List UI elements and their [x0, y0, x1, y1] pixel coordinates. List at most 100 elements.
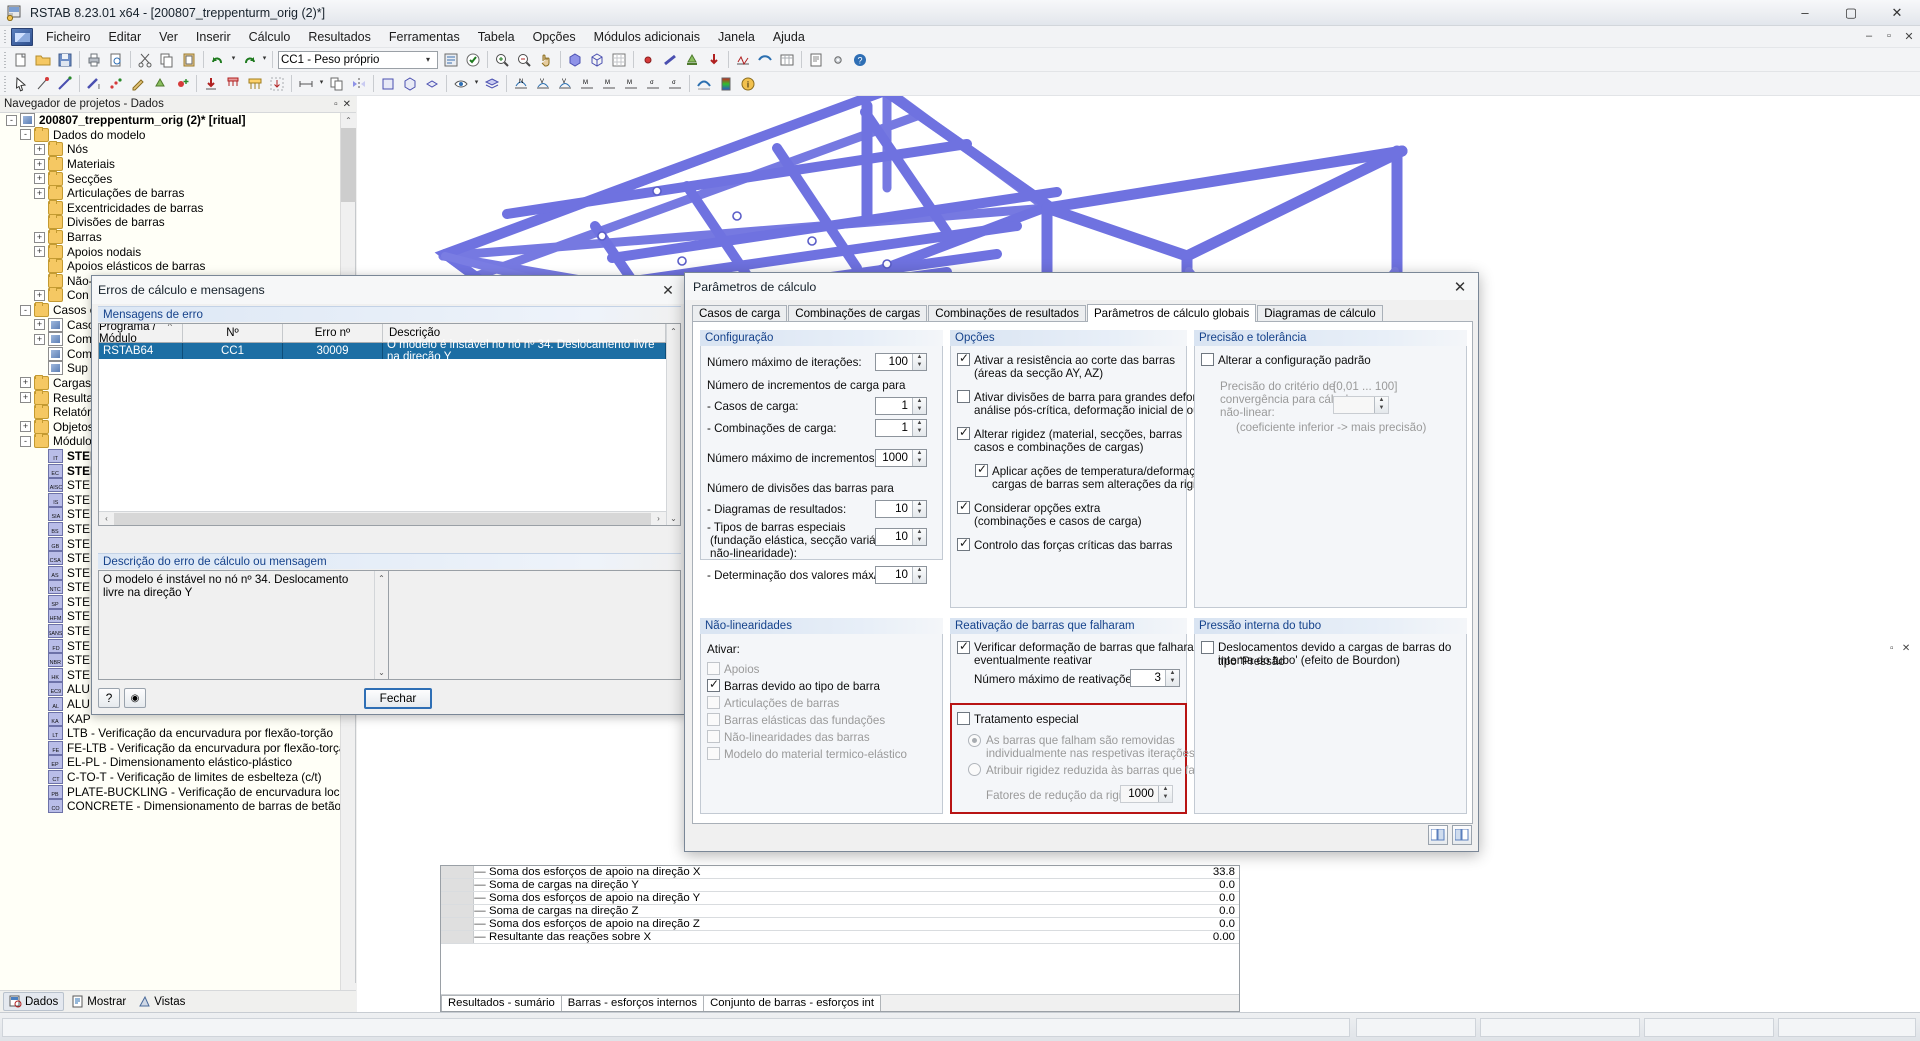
toolbar-grip-2[interactable] — [3, 75, 8, 92]
menu-opcoes[interactable]: Opções — [524, 28, 585, 46]
results-table-row[interactable]: — Soma dos esforços de apoio na direção Y… — [441, 892, 1239, 905]
calculate-all-icon[interactable] — [463, 50, 483, 70]
spinner-buttons[interactable]: ▲ ▼ — [1158, 786, 1172, 802]
info-icon[interactable]: i — [738, 74, 758, 94]
minmax-spinner[interactable]: 10 ▲ ▼ — [875, 566, 927, 584]
mdi-restore-button[interactable]: ▫ — [1882, 30, 1896, 44]
mdi-minimize-button[interactable]: – — [1862, 30, 1876, 44]
tree-expand-icon[interactable]: + — [34, 333, 45, 345]
right-dock-collapse-icon[interactable]: ▫ — [1890, 643, 1894, 654]
calculation-errors-dialog[interactable]: Erros de cálculo e mensagens ✕ Mensagens… — [91, 275, 686, 715]
alterar-config-padrao-checkbox[interactable] — [1201, 353, 1214, 366]
settings-gear-icon[interactable] — [828, 50, 848, 70]
axis-sx-icon[interactable]: σ — [643, 74, 663, 94]
calc-dialog-close-icon[interactable]: ✕ — [1442, 274, 1478, 300]
menu-ficheiro[interactable]: Ficheiro — [37, 28, 99, 46]
tree-expand-icon[interactable]: + — [20, 392, 31, 404]
save-icon[interactable] — [55, 50, 75, 70]
nonlinear-checkbox-2[interactable] — [707, 696, 720, 709]
tree-item[interactable]: FE FE-LTB - Verificação da encurvadura po… — [0, 740, 341, 756]
tree-expand-icon[interactable]: + — [20, 421, 31, 433]
error-table-vscrollbar[interactable]: ⌃ ⌄ — [666, 324, 680, 525]
results-table-row[interactable]: — Resultante das reações sobre X 0.00 — [441, 931, 1239, 944]
right-dock-close-icon[interactable]: ✕ — [1902, 643, 1910, 654]
tree-collapse-icon[interactable]: - — [20, 304, 31, 316]
result-diagram-icon[interactable] — [733, 50, 753, 70]
load-icon[interactable] — [704, 50, 724, 70]
tree-expand-icon[interactable]: + — [34, 319, 45, 331]
load-cases-spinner[interactable]: 1 ▲ ▼ — [875, 397, 927, 415]
print-preview-icon[interactable] — [106, 50, 126, 70]
undo-dropdown-arrow[interactable]: ▾ — [229, 54, 238, 65]
results-table-row[interactable]: — Soma de cargas na direção Y 0.0 — [441, 879, 1239, 892]
tree-expand-icon[interactable]: + — [34, 143, 45, 155]
pick-line-icon[interactable] — [55, 74, 75, 94]
description-vscrollbar[interactable]: ⌃ ⌄ — [374, 571, 388, 679]
error-messages-table[interactable]: Programa / Módulo ^ Nº Erro nº Descrição… — [98, 323, 681, 526]
select-arrow-icon[interactable] — [11, 74, 31, 94]
calc-tab-1[interactable]: Combinações de cargas — [788, 305, 928, 321]
opcoes-checkbox-5[interactable] — [957, 536, 970, 551]
dialog-settings-icon-2[interactable] — [1452, 825, 1472, 845]
calculate-icon[interactable] — [441, 50, 461, 70]
menu-calculo[interactable]: Cálculo — [240, 28, 300, 46]
spinner-buttons[interactable]: ▲ ▼ — [912, 420, 926, 436]
deformation-view-icon[interactable] — [694, 74, 714, 94]
support-icon[interactable] — [682, 50, 702, 70]
tree-expand-icon[interactable]: + — [34, 289, 45, 301]
render-icon[interactable] — [565, 50, 585, 70]
nonlinear-checkbox-1[interactable] — [707, 677, 720, 692]
error-table-row[interactable]: RSTAB64 CC1 30009 O modelo é instável no… — [99, 339, 666, 363]
help-question-icon[interactable]: ? — [850, 50, 870, 70]
help-button[interactable]: ? — [98, 688, 120, 708]
redo-icon[interactable] — [239, 50, 259, 70]
precision-value-spinner[interactable]: ▲ ▼ — [1333, 396, 1389, 414]
member-icon[interactable] — [660, 50, 680, 70]
tree-item[interactable]: CT C-TO-T - Verificação de limites de esb… — [0, 770, 341, 785]
mdi-close-button[interactable]: ✕ — [1902, 30, 1916, 44]
tree-collapse-icon[interactable]: - — [20, 435, 31, 447]
menu-ver[interactable]: Ver — [150, 28, 187, 46]
dialog-settings-icon-1[interactable] — [1428, 825, 1448, 845]
axis-vy-icon[interactable]: V — [533, 74, 553, 94]
tree-collapse-icon[interactable]: - — [6, 114, 17, 126]
visibility-dropdown-arrow[interactable]: ▾ — [472, 78, 481, 89]
results-table-row[interactable]: — Soma dos esforços de apoio na direção Z… — [441, 918, 1239, 931]
row-handle[interactable] — [441, 892, 474, 904]
nonlinear-checkbox-5[interactable] — [707, 747, 720, 760]
radio-rigidez-reduzida[interactable] — [968, 763, 981, 776]
close-button[interactable]: ✕ — [1874, 0, 1920, 26]
max-reativacoes-spinner[interactable]: 3 ▲ ▼ — [1130, 669, 1180, 687]
hscroll-track[interactable] — [114, 512, 651, 525]
menu-drag-grip[interactable] — [3, 29, 9, 44]
menu-janela[interactable]: Janela — [709, 28, 764, 46]
row-handle[interactable] — [441, 879, 474, 891]
opcoes-checkbox-1[interactable] — [957, 390, 970, 403]
tree-item[interactable]: + Nós — [0, 141, 341, 157]
calculation-parameters-dialog[interactable]: Parâmetros de cálculo ✕ Casos de carga Co… — [684, 272, 1479, 852]
member-edit-icon[interactable] — [128, 74, 148, 94]
special-bars-spinner[interactable]: 10 ▲ ▼ — [875, 528, 927, 546]
load-surface-icon[interactable] — [245, 74, 265, 94]
nonlinear-checkbox-4[interactable] — [707, 730, 720, 743]
maximize-button[interactable]: ▢ — [1828, 0, 1874, 26]
spinner-buttons[interactable]: ▲ ▼ — [912, 529, 926, 545]
print-icon[interactable] — [84, 50, 104, 70]
view-button[interactable]: ◉ — [124, 688, 146, 708]
vscroll-up-icon[interactable]: ⌃ — [667, 324, 681, 338]
nonlinear-checkbox-3[interactable] — [707, 713, 720, 726]
view-front-icon[interactable] — [378, 74, 398, 94]
tree-item[interactable]: + Materiais — [0, 156, 341, 172]
load-line-icon[interactable] — [223, 74, 243, 94]
results-tab-2[interactable]: Conjunto de barras - esforços int — [703, 995, 881, 1011]
spinner-buttons[interactable]: ▲ ▼ — [912, 398, 926, 414]
opcoes-checkbox-3[interactable] — [975, 462, 988, 477]
row-handle[interactable] — [441, 931, 474, 943]
open-file-icon[interactable] — [33, 50, 53, 70]
scroll-up-icon[interactable]: ⌃ — [341, 113, 356, 128]
minimize-button[interactable]: – — [1782, 0, 1828, 26]
calc-tab-4[interactable]: Diagramas de cálculo — [1257, 305, 1383, 321]
tree-item[interactable]: Divisões de barras — [0, 214, 341, 230]
fatores-reducao-spinner[interactable]: 1000 ▲ ▼ — [1120, 785, 1173, 803]
tratamento-especial-checkbox[interactable] — [957, 712, 970, 725]
